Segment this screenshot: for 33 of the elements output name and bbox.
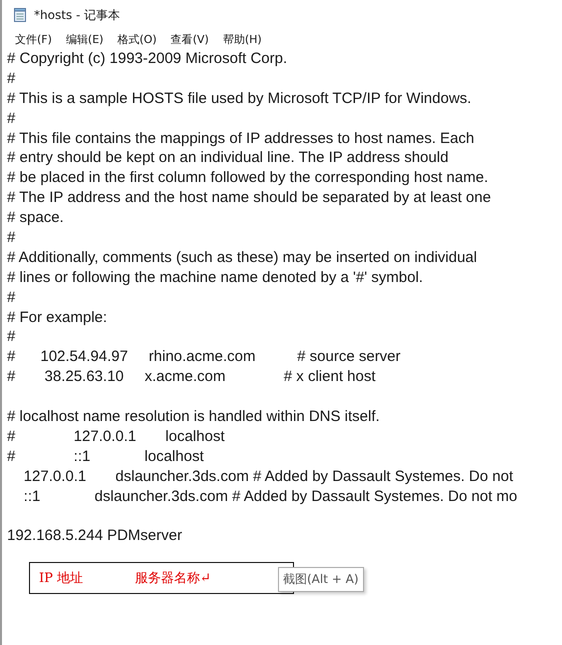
text-line: # Additionally, comments (such as these) may be inserted on individual bbox=[7, 248, 478, 268]
menu-item[interactable]: 编辑(E) bbox=[60, 32, 108, 47]
text-line: # 38.25.63.10 x.acme.com # x client host bbox=[7, 367, 377, 388]
ip-label: IP 地址 bbox=[39, 570, 84, 588]
text-line: # For example: bbox=[7, 308, 108, 328]
text-line: # Copyright (c) 1993-2009 Microsoft Corp. bbox=[7, 49, 288, 69]
server-label: 服务器名称↵ bbox=[135, 570, 211, 588]
text-line: 192.168.5.244 PDMserver bbox=[7, 526, 184, 546]
text-line: # 102.54.94.97 rhino.acme.com # source server bbox=[7, 347, 402, 368]
window-title: *hosts - 记事本 bbox=[34, 6, 120, 24]
text-line: # space. bbox=[7, 208, 65, 228]
text-line: # entry should be kept on an individual line. The IP address should bbox=[7, 148, 450, 168]
menu-item[interactable]: 格式(O) bbox=[112, 32, 162, 47]
text-line: # bbox=[7, 327, 16, 348]
text-line: # bbox=[7, 108, 16, 129]
notepad-icon bbox=[12, 7, 28, 23]
menu-item[interactable]: 文件(F) bbox=[10, 32, 57, 47]
text-line: # This file contains the mappings of IP addresses to host names. Each bbox=[7, 128, 476, 148]
text-line: # localhost name resolution is handled within DNS itself. bbox=[7, 407, 381, 427]
text-line: # be placed in the first column followed by the corresponding host name. bbox=[7, 168, 490, 188]
text-line: # bbox=[7, 68, 16, 89]
menu-item[interactable]: 帮助(H) bbox=[218, 32, 267, 47]
text-line: # This is a sample HOSTS file used by Microsoft TCP/IP for Windows. bbox=[7, 88, 472, 109]
text-line: # 127.0.0.1 localhost bbox=[7, 426, 226, 447]
text-line: # bbox=[7, 228, 16, 248]
text-line: # The IP address and the host name should be separated by at least one bbox=[7, 188, 492, 208]
text-line: # lines or following the machine name denoted by a '#' symbol. bbox=[7, 268, 424, 288]
text-line: # ::1 localhost bbox=[7, 446, 205, 467]
text-line: ::1 dslauncher.3ds.com # Added by Dassault Systemes. Do not mo bbox=[22, 486, 518, 506]
tooltip: 截图(Alt + A) bbox=[278, 567, 364, 592]
text-line: # bbox=[7, 288, 16, 308]
menu-item[interactable]: 查看(V) bbox=[166, 32, 214, 47]
text-line: 127.0.0.1 dslauncher.3ds.com # Added by Dassault Systemes. Do not bbox=[22, 466, 514, 487]
